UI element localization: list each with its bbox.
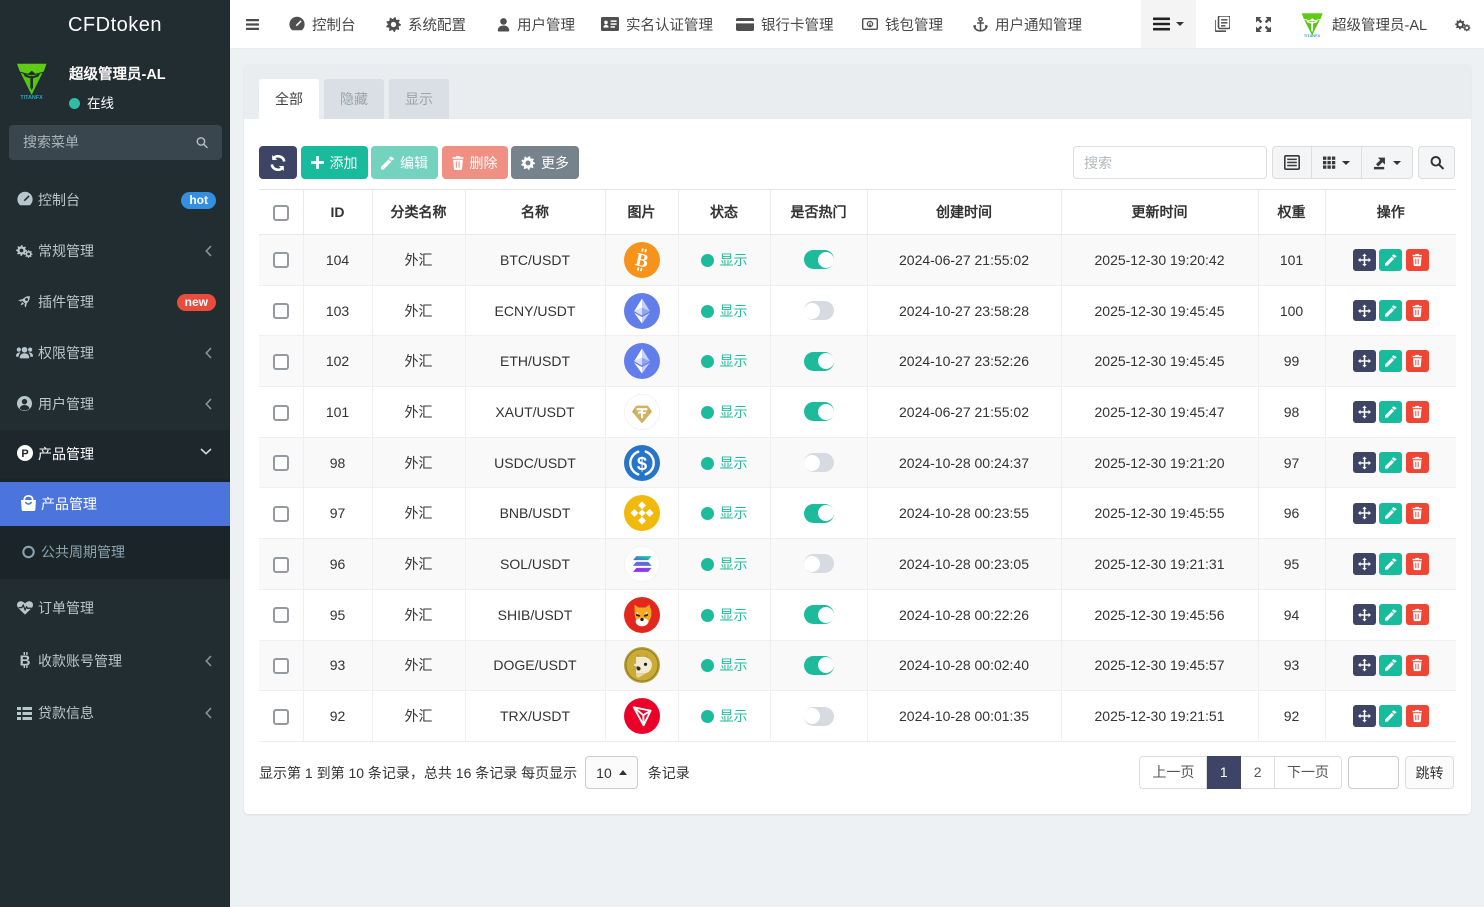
svg-text:$: $ [636, 452, 647, 473]
svg-text:TITANFX: TITANFX [20, 95, 43, 99]
svg-text:P: P [21, 448, 28, 460]
svg-text:B: B [19, 652, 30, 668]
svg-text:TITANFX: TITANFX [1304, 32, 1321, 36]
